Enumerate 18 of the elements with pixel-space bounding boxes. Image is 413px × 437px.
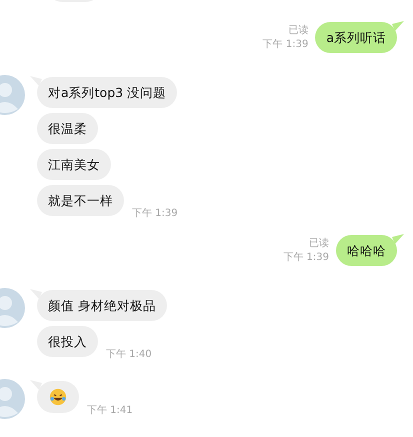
message-bubble: 江南美女 bbox=[37, 149, 111, 180]
timestamp: 下午 1:39 bbox=[132, 207, 178, 220]
timestamp: 下午 1:39 bbox=[262, 38, 308, 52]
message-bubble: 就是不一样 bbox=[37, 185, 124, 216]
emoji-icon bbox=[49, 388, 67, 406]
read-receipt: 已读 bbox=[288, 24, 308, 38]
bubble-tail bbox=[392, 21, 404, 31]
read-receipt: 已读 bbox=[309, 237, 329, 251]
message-bubble: a系列听话 bbox=[315, 22, 397, 53]
timestamp: 下午 1:40 bbox=[106, 348, 152, 361]
message-bubble: 颜值 身材绝对极品 bbox=[37, 290, 167, 321]
message-bubble: 对a系列top3 没问题 bbox=[37, 77, 178, 108]
message-bubble: 哈哈哈 bbox=[336, 235, 397, 266]
timestamp: 下午 1:39 bbox=[283, 251, 329, 265]
bubble-tail bbox=[392, 234, 404, 244]
timestamp: 下午 1:41 bbox=[87, 404, 133, 417]
message-bubble: 很投入 bbox=[37, 326, 98, 357]
message-bubble: 很温柔 bbox=[37, 113, 98, 144]
